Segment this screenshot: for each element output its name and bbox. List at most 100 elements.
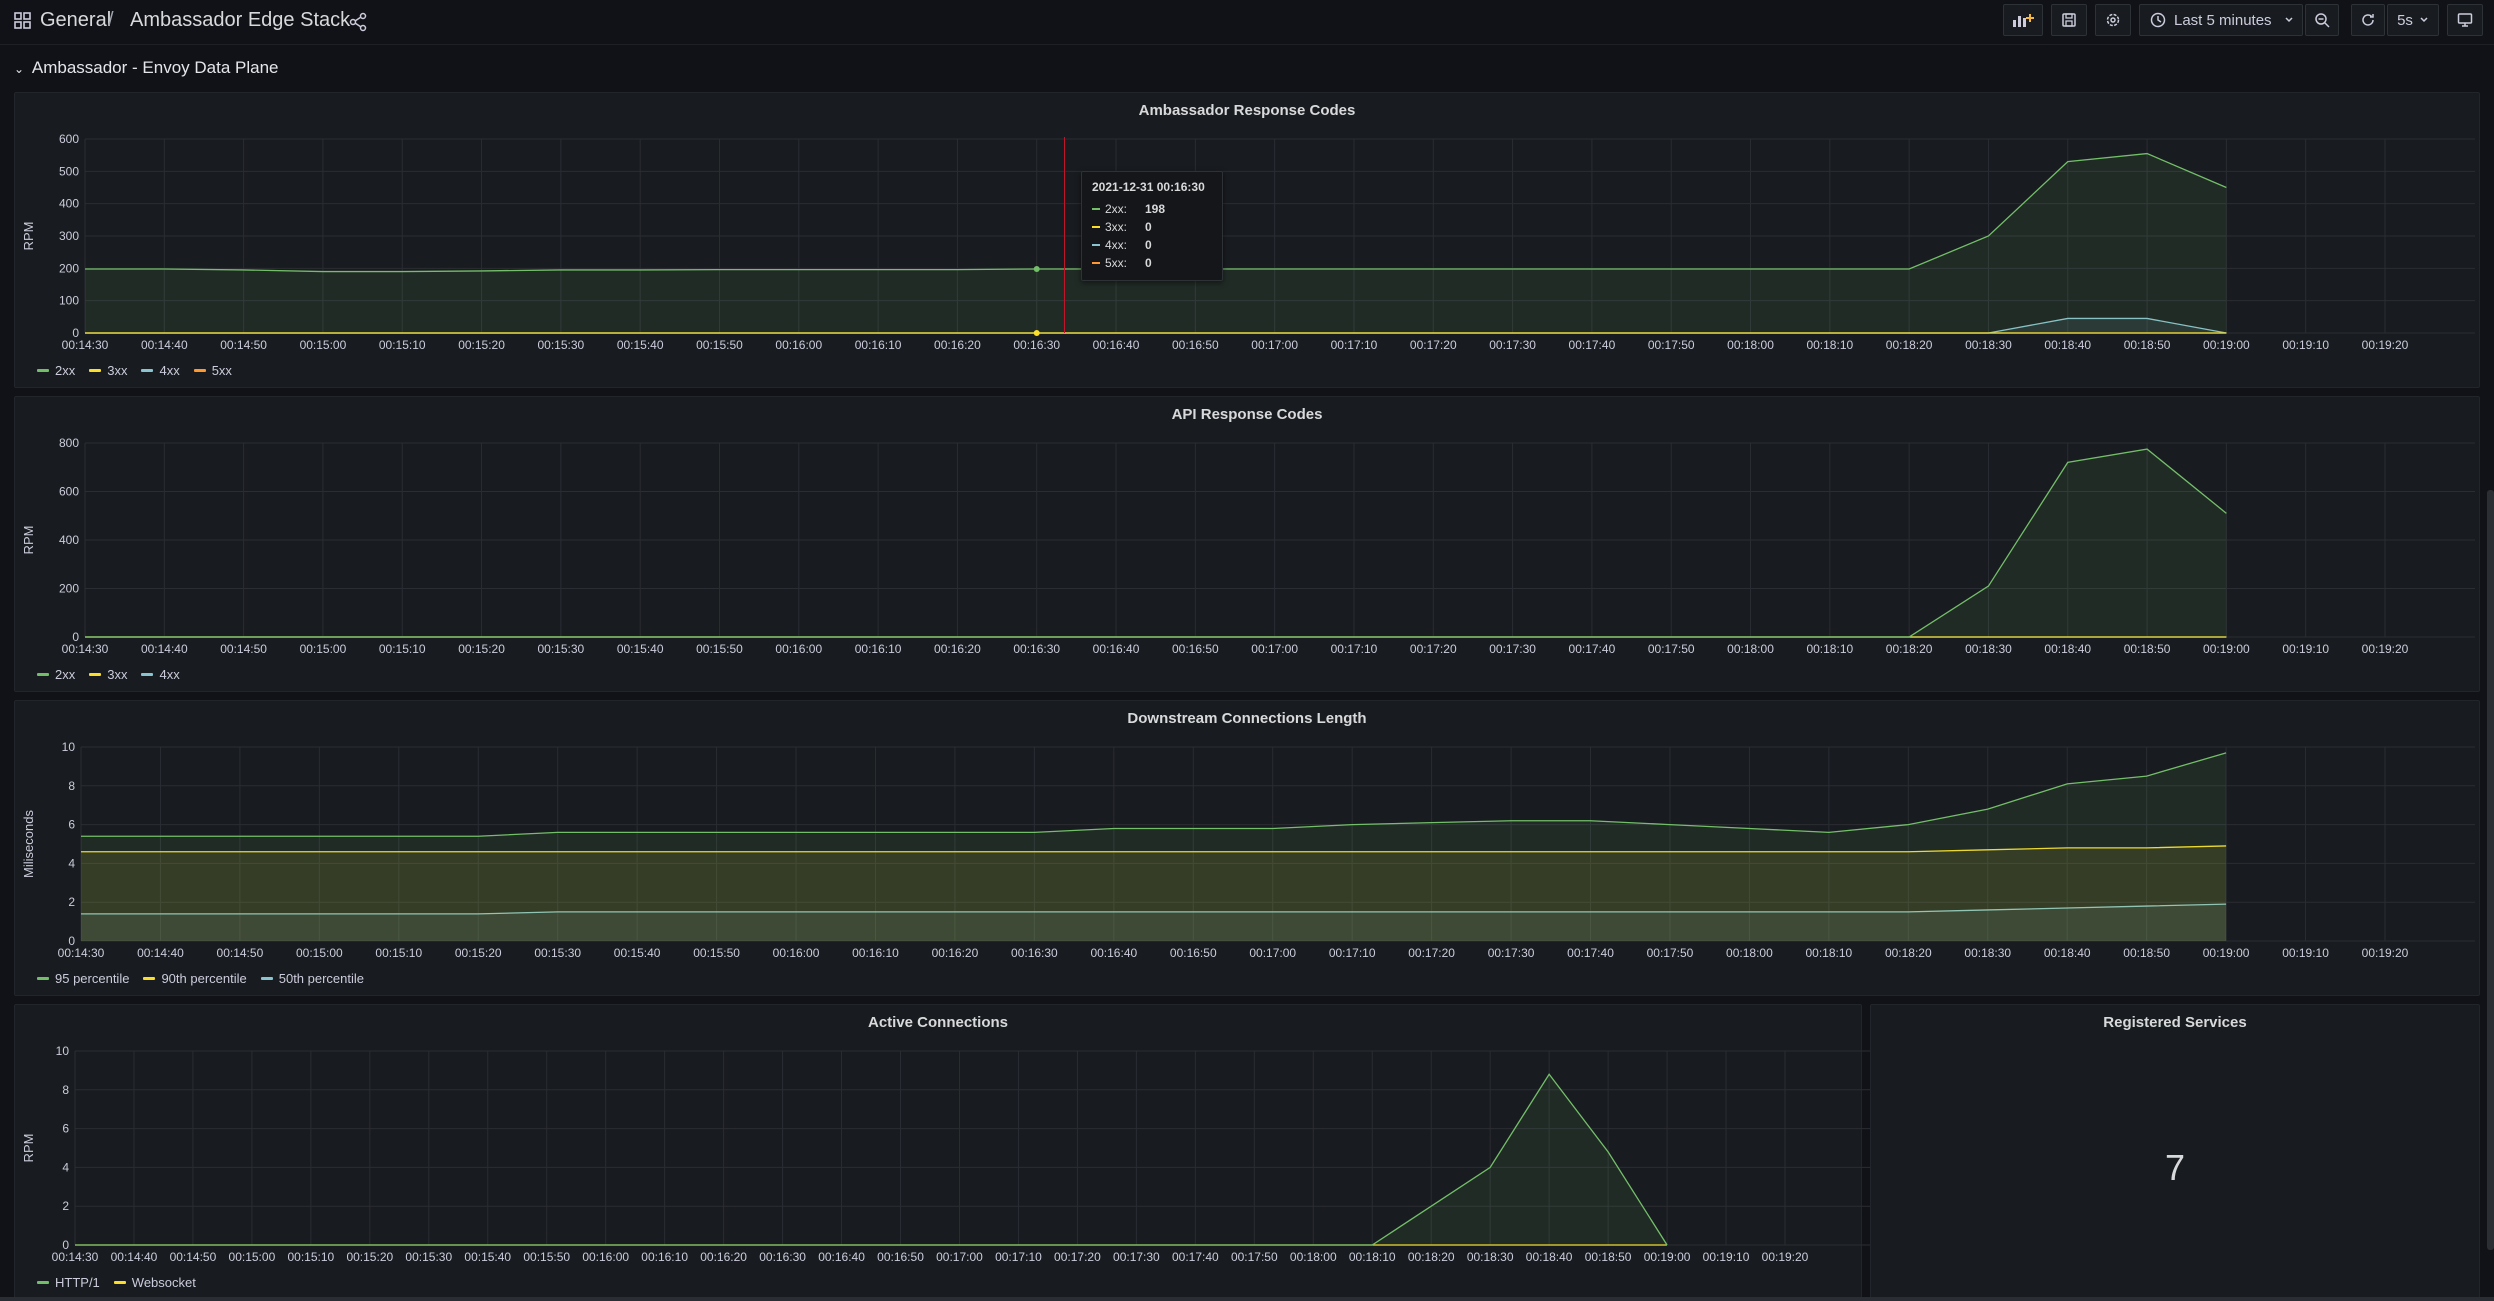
legend: HTTP/1 Websocket — [37, 1275, 196, 1290]
y-tick-label: 6 — [68, 818, 75, 832]
x-tick-label: 00:17:40 — [1569, 642, 1616, 656]
gear-icon — [2106, 13, 2120, 27]
x-tick-label: 00:16:20 — [934, 642, 981, 656]
x-tick-label: 00:19:20 — [1762, 1250, 1809, 1264]
legend-item-2xx[interactable]: 2xx — [37, 667, 75, 682]
panel-ambassador-response-codes[interactable]: Ambassador Response Codes 0 100 200 300 400 5… — [14, 92, 2480, 388]
x-tick-label: 00:16:20 — [932, 946, 979, 960]
series-line-2xx[interactable] — [85, 448, 2227, 638]
x-tick-label: 00:15:10 — [288, 1250, 335, 1264]
x-tick-label: 00:16:50 — [877, 1250, 924, 1264]
y-tick-label: 10 — [56, 1044, 70, 1058]
y-tick-label: 600 — [59, 132, 79, 146]
x-tick-label: 00:15:30 — [538, 338, 585, 352]
panel-title[interactable]: Registered Services — [1871, 1014, 2479, 1031]
x-tick-label: 00:16:10 — [852, 946, 899, 960]
x-tick-label: 00:18:40 — [2044, 946, 2091, 960]
x-tick-label: 00:14:50 — [220, 642, 267, 656]
x-tick-label: 00:17:10 — [995, 1250, 1042, 1264]
y-axis-label: RPM — [21, 222, 36, 251]
tooltip-row-2xx: 2xx: 198 — [1092, 200, 1212, 218]
legend-item-2xx[interactable]: 2xx — [37, 363, 75, 378]
chevron-down-icon — [2285, 17, 2293, 23]
legend-swatch — [37, 977, 49, 980]
dashboard-settings-button[interactable] — [2095, 4, 2131, 36]
x-tick-label: 00:15:00 — [296, 946, 343, 960]
downstream-connections-chart[interactable]: 024681000:14:30 00:14:40 00:14:50 00:15:00 0… — [15, 701, 2481, 997]
refresh-button[interactable] — [2351, 4, 2385, 36]
stat-value: 7 — [2164, 1147, 2186, 1188]
x-tick-label: 00:17:50 — [1647, 946, 1694, 960]
x-tick-label: 00:18:40 — [2044, 642, 2091, 656]
x-tick-label: 00:19:00 — [2203, 946, 2250, 960]
legend-label: 2xx — [55, 667, 76, 682]
tooltip-row-4xx: 4xx: 0 — [1092, 236, 1212, 254]
legend-swatch — [89, 673, 102, 676]
y-axis-label: RPM — [21, 526, 36, 555]
breadcrumb-folder[interactable]: General — [40, 9, 111, 32]
tv-mode-button[interactable] — [2447, 4, 2483, 36]
legend-item-http1[interactable]: HTTP/1 — [37, 1275, 100, 1290]
x-tick-label: 00:16:30 — [1013, 338, 1060, 352]
active-connections-chart[interactable]: 024681000:14:30 00:14:40 00:14:50 00:15:00 0… — [15, 1005, 1875, 1301]
chevron-down-icon — [2420, 17, 2428, 23]
hover-point — [1033, 265, 1040, 272]
response-codes-chart[interactable]: 010020030040050060000:14:30 00:14:40 00:14… — [15, 93, 2481, 389]
share-icon[interactable] — [348, 12, 368, 32]
dashboard-row-toggle[interactable]: ⌄ Ambassador - Envoy Data Plane — [14, 58, 278, 78]
x-tick-label: 00:19:00 — [2203, 338, 2250, 352]
x-tick-label: 00:16:00 — [773, 946, 820, 960]
legend-item-3xx[interactable]: 3xx — [89, 667, 127, 682]
tooltip-time: 2021-12-31 00:16:30 — [1092, 180, 1205, 194]
x-tick-label: 00:16:10 — [855, 338, 902, 352]
save-icon — [2062, 13, 2076, 27]
legend-item-3xx[interactable]: 3xx — [89, 363, 127, 378]
legend-label: HTTP/1 — [55, 1275, 100, 1290]
panel-downstream-connections-length[interactable]: Downstream Connections Length 0 2 4 6 8 10 00:… — [14, 700, 2480, 996]
api-response-codes-chart[interactable]: 020040060080000:14:30 00:14:40 00:14:50 00:… — [15, 397, 2481, 693]
bottom-strip — [0, 1297, 2494, 1301]
breadcrumb-separator: / — [108, 9, 114, 31]
refresh-interval-picker[interactable]: 5s — [2387, 4, 2439, 36]
x-tick-label: 00:15:20 — [455, 946, 502, 960]
x-tick-label: 00:16:30 — [1011, 946, 1058, 960]
legend-item-4xx[interactable]: 4xx — [141, 667, 180, 682]
x-tick-label: 00:17:30 — [1488, 946, 1535, 960]
tooltip-row-3xx: 3xx: 0 — [1092, 218, 1212, 236]
x-tick-label: 00:14:50 — [220, 338, 267, 352]
x-tick-label: 00:16:00 — [775, 642, 822, 656]
y-tick-label: 200 — [59, 261, 79, 275]
x-tick-label: 00:15:40 — [617, 642, 664, 656]
legend-item-95-percentile[interactable]: 95 percentile — [37, 971, 129, 986]
add-panel-button[interactable] — [2003, 4, 2043, 36]
legend-item-5xx[interactable]: 5xx — [193, 363, 232, 378]
y-tick-label: 100 — [59, 294, 79, 308]
add-panel-icon — [2013, 14, 2034, 27]
x-tick-label: 00:17:20 — [1410, 338, 1457, 352]
x-tick-label: 00:17:00 — [936, 1250, 983, 1264]
legend-item-websocket[interactable]: Websocket — [113, 1275, 196, 1290]
apps-grid-icon[interactable] — [14, 12, 32, 30]
x-tick-label: 00:18:00 — [1727, 642, 1774, 656]
page-scrollbar[interactable] — [2487, 490, 2494, 1250]
y-tick-label: 300 — [59, 229, 79, 243]
zoom-out-button[interactable] — [2305, 4, 2339, 36]
time-picker-button[interactable]: Last 5 minutes — [2139, 4, 2303, 36]
legend-item-50th-percentile[interactable]: 50th percentile — [260, 971, 364, 986]
hover-point — [1033, 330, 1040, 336]
panel-registered-services[interactable]: Registered Services 7 — [1870, 1004, 2480, 1300]
series-line-95-percentile[interactable] — [81, 752, 2227, 837]
x-tick-label: 00:15:40 — [614, 946, 661, 960]
legend-item-90th-percentile[interactable]: 90th percentile — [143, 971, 247, 986]
x-tick-label: 00:16:50 — [1172, 338, 1219, 352]
x-tick-label: 00:19:10 — [2282, 338, 2329, 352]
panel-active-connections[interactable]: Active Connections 0 2 4 6 8 10 00:14:30 00:14:… — [14, 1004, 1875, 1301]
panel-api-response-codes[interactable]: API Response Codes 0 200 400 600 800 00:14:30… — [14, 396, 2480, 692]
x-tick-label: 00:19:00 — [1644, 1250, 1691, 1264]
legend-item-4xx[interactable]: 4xx — [141, 363, 180, 378]
x-tick-label: 00:18:50 — [1585, 1250, 1632, 1264]
clock-icon — [2150, 12, 2166, 28]
dashboard-title[interactable]: Ambassador Edge Stack — [130, 9, 350, 32]
x-tick-label: 00:15:30 — [538, 642, 585, 656]
save-dashboard-button[interactable] — [2051, 4, 2087, 36]
